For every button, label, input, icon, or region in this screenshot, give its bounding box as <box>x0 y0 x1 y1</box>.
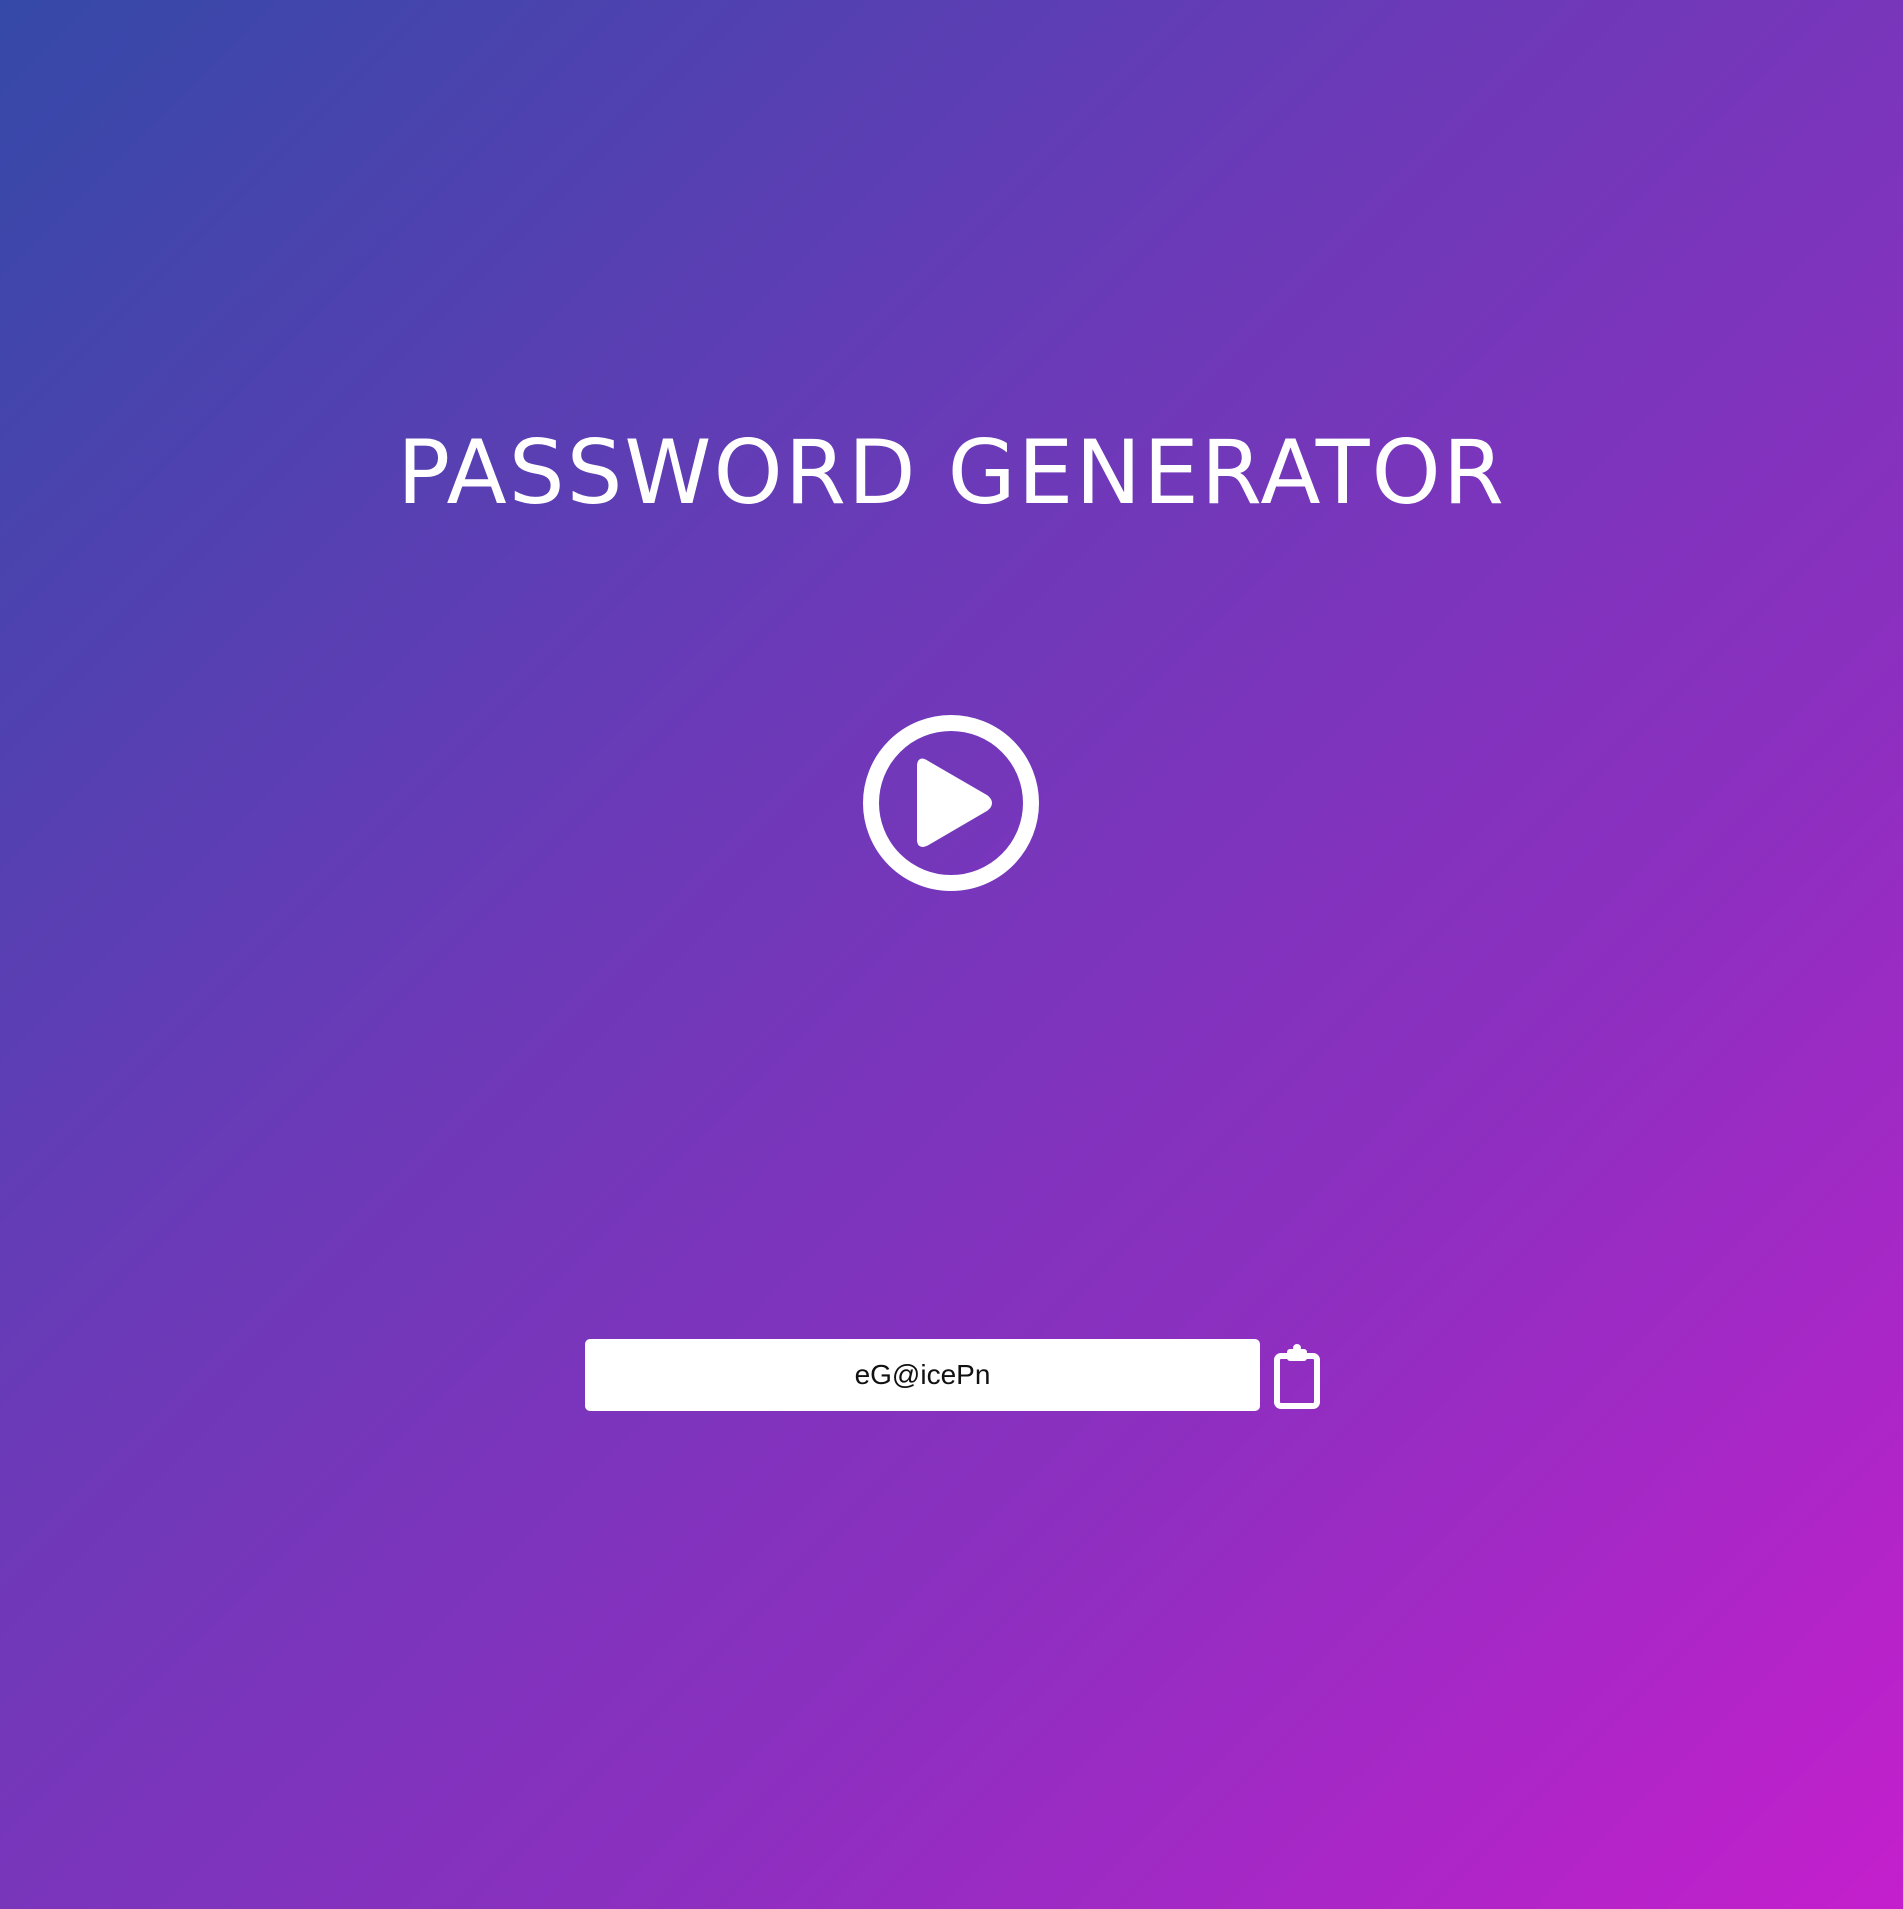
clipboard-icon <box>1274 1344 1320 1409</box>
generate-password-button[interactable] <box>862 714 1040 892</box>
app-container: PASSWORD GENERATOR <box>0 0 1903 1909</box>
play-circle-icon <box>863 715 1039 891</box>
page-title: PASSWORD GENERATOR <box>397 421 1506 524</box>
copy-password-button[interactable] <box>1272 1342 1322 1410</box>
password-output-field[interactable] <box>585 1339 1260 1411</box>
